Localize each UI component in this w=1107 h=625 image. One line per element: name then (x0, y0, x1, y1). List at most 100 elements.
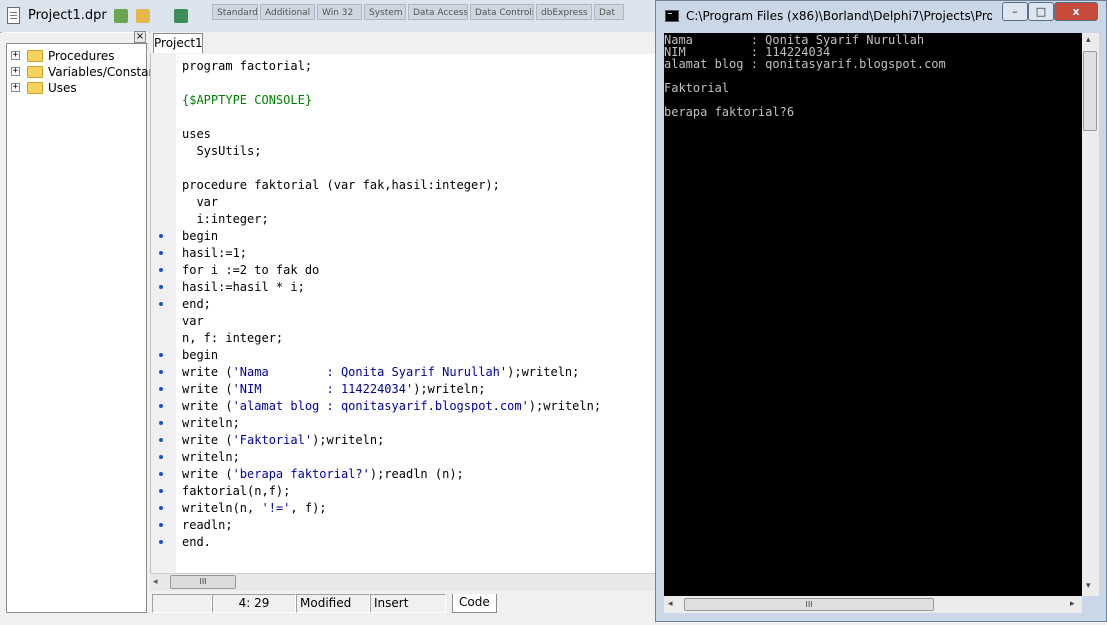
code-text: begin (182, 229, 219, 243)
maximize-button[interactable]: □ (1028, 2, 1054, 21)
console-vscroll-thumb[interactable] (1083, 51, 1097, 131)
palette-tab[interactable]: Standard (212, 4, 258, 20)
code-line[interactable]: uses (182, 126, 211, 143)
code-line[interactable]: program factorial; (182, 58, 312, 75)
tree-item-label: Procedures (48, 49, 115, 63)
editor-gutter[interactable] (150, 54, 177, 573)
code-token: , f); (290, 501, 327, 515)
breakpoint-dot-icon[interactable] (159, 489, 163, 493)
code-line[interactable]: end; (182, 296, 211, 313)
console-hscroll-thumb[interactable]: III (684, 598, 934, 611)
palette-tab[interactable]: Data Controls (470, 4, 534, 20)
breakpoint-dot-icon[interactable] (159, 540, 163, 544)
code-line[interactable]: n, f: integer; (182, 330, 283, 347)
code-line[interactable]: hasil:=1; (182, 245, 247, 262)
breakpoint-dot-icon[interactable] (159, 387, 163, 391)
code-line[interactable]: writeln(n, '!=', f); (182, 500, 327, 517)
code-line[interactable]: procedure faktorial (var fak,hasil:integ… (182, 177, 500, 194)
scroll-left-icon[interactable]: ◂ (153, 577, 158, 587)
code-line[interactable]: begin (182, 228, 218, 245)
modified-indicator: Modified (296, 594, 370, 613)
console-window: C:\Program Files (x86)\Borland\Delphi7\P… (655, 0, 1107, 622)
breakpoint-dot-icon[interactable] (159, 438, 163, 442)
palette-tab[interactable]: Dat (594, 4, 624, 20)
console-output[interactable]: Nama : Qonita Syarif Nurullah NIM : 11422… (664, 33, 1082, 596)
minimize-button[interactable]: – (1002, 2, 1028, 21)
folder-icon (27, 82, 43, 94)
code-line[interactable]: write ('NIM : 114224034');writeln; (182, 381, 485, 398)
toolbar-icon-3[interactable] (174, 9, 188, 23)
code-area[interactable]: program factorial; {$APPTYPE CONSOLE} uses… (176, 54, 658, 573)
scroll-left-icon[interactable]: ◂ (668, 599, 673, 609)
breakpoint-dot-icon[interactable] (159, 506, 163, 510)
editor-horizontal-scrollbar[interactable]: ◂ III (150, 573, 658, 591)
code-text: end. (182, 535, 211, 549)
code-line[interactable]: end. (182, 534, 211, 551)
code-editor: Project1 program factorial; {$APPTYPE CON… (150, 32, 658, 615)
breakpoint-dot-icon[interactable] (159, 285, 163, 289)
code-line[interactable]: write ('berapa faktorial?');readln (n); (182, 466, 464, 483)
code-token: );writeln; (507, 365, 580, 379)
console-line: berapa faktorial?6 (664, 105, 795, 119)
code-line[interactable]: faktorial(n,f); (182, 483, 290, 500)
code-line[interactable]: for i :=2 to fak do (182, 262, 319, 279)
breakpoint-dot-icon[interactable] (159, 421, 163, 425)
console-vertical-scrollbar[interactable]: ▴ ▾ (1082, 33, 1099, 596)
code-line[interactable]: writeln; (182, 415, 240, 432)
code-line[interactable]: write ('Nama : Qonita Syarif Nurullah');… (182, 364, 579, 381)
code-line[interactable]: writeln; (182, 449, 240, 466)
code-line[interactable]: var (182, 313, 204, 330)
expand-icon[interactable]: + (11, 83, 20, 92)
cursor-position: 4: 29 (212, 594, 296, 613)
status-blank (152, 594, 212, 613)
code-line[interactable]: write ('Faktorial');writeln; (182, 432, 384, 449)
breakpoint-dot-icon[interactable] (159, 404, 163, 408)
code-line[interactable]: hasil:=hasil * i; (182, 279, 305, 296)
breakpoint-dot-icon[interactable] (159, 353, 163, 357)
code-text: SysUtils; (182, 144, 262, 158)
code-text: begin (182, 348, 219, 362)
code-text: hasil:=1; (182, 246, 248, 260)
scroll-up-icon[interactable]: ▴ (1086, 35, 1091, 45)
breakpoint-dot-icon[interactable] (159, 302, 163, 306)
breakpoint-dot-icon[interactable] (159, 234, 163, 238)
code-line[interactable]: SysUtils; (182, 143, 261, 160)
scroll-thumb[interactable]: III (170, 575, 236, 589)
tab-code[interactable]: Code (452, 594, 497, 613)
palette-tab[interactable]: Data Access (408, 4, 468, 20)
explorer-close-icon[interactable]: × (134, 31, 146, 43)
scroll-down-icon[interactable]: ▾ (1086, 581, 1091, 591)
scroll-right-icon[interactable]: ▸ (1070, 599, 1075, 609)
breakpoint-dot-icon[interactable] (159, 268, 163, 272)
editor-tab-row: Project1 (150, 32, 658, 54)
breakpoint-dot-icon[interactable] (159, 523, 163, 527)
palette-tab[interactable]: System (364, 4, 406, 20)
breakpoint-dot-icon[interactable] (159, 251, 163, 255)
expand-icon[interactable]: + (11, 51, 20, 60)
palette-tab[interactable]: dbExpress (536, 4, 592, 20)
code-explorer: × + Procedures + Variables/Constants + Uses (2, 31, 167, 615)
code-token: );writeln; (312, 433, 385, 447)
palette-tab[interactable]: Additional (260, 4, 315, 20)
ide-window-title: Project1.dpr (28, 8, 107, 23)
breakpoint-dot-icon[interactable] (159, 472, 163, 476)
expand-icon[interactable]: + (11, 67, 20, 76)
tab-project1[interactable]: Project1 (153, 33, 203, 53)
breakpoint-dot-icon[interactable] (159, 370, 163, 374)
code-line[interactable]: readln; (182, 517, 233, 534)
toolbar-icon-2[interactable] (136, 9, 150, 23)
code-line[interactable]: {$APPTYPE CONSOLE} (182, 92, 312, 109)
console-horizontal-scrollbar[interactable]: ◂ III ▸ (664, 596, 1082, 613)
code-token: );readln (n); (369, 467, 464, 481)
code-text: n, f: integer; (182, 331, 284, 345)
code-line[interactable]: i:integer; (182, 211, 268, 228)
palette-tab[interactable]: Win 32 (317, 4, 362, 20)
string-literal: 'Faktorial' (232, 433, 313, 447)
close-button[interactable]: x (1054, 2, 1098, 21)
toolbar-icon-1[interactable] (114, 9, 128, 23)
breakpoint-dot-icon[interactable] (159, 455, 163, 459)
code-line[interactable]: var (182, 194, 218, 211)
code-text: writeln; (182, 450, 240, 464)
code-line[interactable]: write ('alamat blog : qonitasyarif.blogs… (182, 398, 601, 415)
code-line[interactable]: begin (182, 347, 218, 364)
